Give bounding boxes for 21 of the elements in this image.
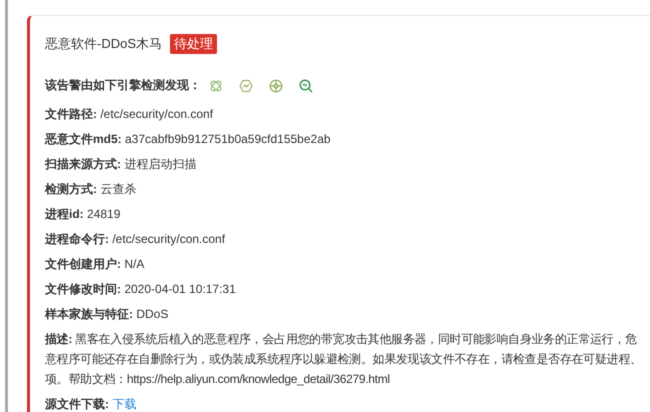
- alert-title: 恶意软件-DDoS木马: [45, 35, 162, 53]
- engines-label: 该告警由如下引擎检测发现：: [45, 77, 201, 94]
- download-label: 源文件下载:: [45, 397, 109, 411]
- crosshair-icon[interactable]: [269, 78, 283, 92]
- download-link[interactable]: 下载: [112, 397, 136, 411]
- atom-icon[interactable]: [209, 78, 223, 92]
- field-text: 恶意文件md5: a37cabfb9b912751b0a59cfd155be2ab: [45, 132, 332, 146]
- description-text: 项。帮助文档：https://help.aliyun.com/knowledge_detail/36279.html: [45, 372, 391, 386]
- field-text: 样本家族与特征: DDoS: [45, 307, 170, 321]
- status-badge: 待处理: [170, 34, 218, 54]
- search-icon[interactable]: [299, 78, 313, 92]
- hexagon-icon[interactable]: [239, 78, 253, 92]
- field-text: 文件路径: /etc/security/con.conf: [45, 107, 214, 121]
- field-text: 进程id: 24819: [45, 207, 122, 221]
- field-text: 扫描来源方式: 进程启动扫描: [45, 157, 198, 171]
- description-text: 描述: 黑客在入侵系统后植入的恶意程序，会占用您的带宽攻击其他服务器，同时可能影响自身业务的正常运行，危: [45, 332, 638, 346]
- field-text: 进程命令行: /etc/security/con.conf: [45, 232, 226, 246]
- field-text: 文件创建用户: N/A: [45, 257, 146, 271]
- field-text: 检测方式: 云查杀: [45, 182, 138, 196]
- description-text: 意程序可能还存在自删除行为，或伪装成系统程序以躲避检测。如果发现该文件不存在，请检查是否存在可疑进程、: [45, 352, 643, 366]
- field-text: 文件修改时间: 2020-04-01 10:17:31: [45, 282, 237, 296]
